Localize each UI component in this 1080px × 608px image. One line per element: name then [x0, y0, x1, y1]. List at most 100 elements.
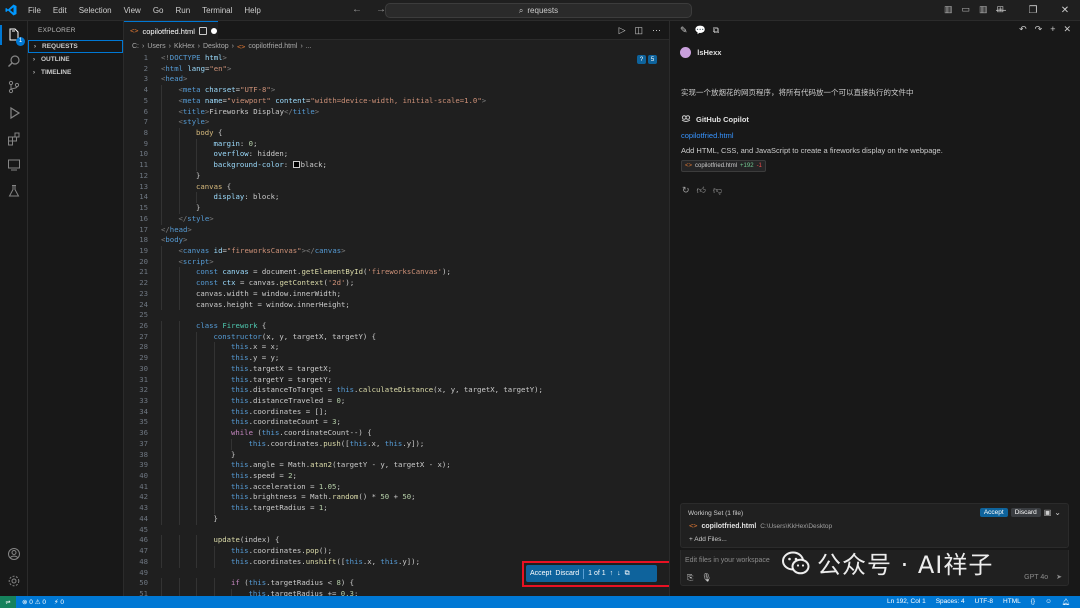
code-line[interactable]: 37 this.coordinates.push([this.x, this.y]… — [124, 438, 669, 450]
preview-icon[interactable] — [198, 27, 207, 35]
menu-help[interactable]: Help — [238, 0, 266, 21]
code-line[interactable]: 2 <html lang="en"> — [124, 64, 669, 75]
open-diff-icon[interactable]: ⧉ — [625, 570, 630, 578]
accept-all-button[interactable]: Accept — [979, 508, 1008, 517]
source-control-icon[interactable] — [4, 77, 24, 97]
arrow-down-icon[interactable]: ↓ — [617, 570, 621, 577]
breadcrumb-item[interactable]: Desktop — [203, 43, 229, 50]
code-line[interactable]: 33 this.distanceTraveled = 0; — [124, 396, 669, 407]
section-outline[interactable]: › OUTLINE — [28, 53, 123, 66]
discard-all-button[interactable]: Discard — [1010, 508, 1041, 517]
file-change-chip[interactable]: <> copilotfried.html +192 -1 — [681, 160, 766, 172]
back-arrow-icon[interactable]: ← — [352, 4, 362, 16]
accept-button[interactable]: Accept — [530, 570, 551, 577]
add-files-button[interactable]: + Add Files... — [689, 536, 727, 543]
code-line[interactable]: 15} — [124, 203, 669, 214]
toggle-panel-icon[interactable]: ▭ — [962, 4, 971, 15]
language-mode[interactable]: HTML — [1003, 598, 1021, 606]
run-icon[interactable]: ▷ — [619, 25, 626, 36]
code-line[interactable]: 18 <body> — [124, 235, 669, 246]
close-panel-icon[interactable]: ✕ — [1063, 24, 1071, 35]
split-editor-icon[interactable]: ◫ — [634, 25, 643, 36]
breadcrumb-item[interactable]: C: — [132, 43, 139, 50]
code-line[interactable]: 9 margin: 0; — [124, 138, 669, 150]
code-line[interactable]: 42 this.brightness = Math.random() * 50 +… — [124, 492, 669, 504]
code-line[interactable]: 14 display: block; — [124, 192, 669, 204]
retry-icon[interactable]: ↻ — [682, 185, 690, 196]
code-line[interactable]: 22 const ctx = canvas.getContext('2d'); — [124, 278, 669, 289]
copilot-status-icon[interactable]: ☺ — [1045, 598, 1052, 606]
model-picker[interactable]: GPT 4o — [1024, 574, 1048, 581]
code-line[interactable]: 38} — [124, 449, 669, 461]
remote-indicator-icon[interactable]: ⇌ — [0, 596, 16, 608]
new-session-icon[interactable]: + — [1050, 24, 1055, 35]
undo-icon[interactable]: ↶ — [1019, 24, 1027, 35]
menu-edit[interactable]: Edit — [47, 0, 73, 21]
working-set-file[interactable]: <> copilotfried.html C:\Users\KkHex\Desk… — [689, 522, 832, 530]
code-line[interactable]: 41 this.acceleration = 1.05; — [124, 481, 669, 493]
file-link[interactable]: copilotfried.html — [681, 131, 734, 140]
breadcrumb-item[interactable]: copilotfried.html — [248, 43, 297, 50]
cursor-position[interactable]: Ln 192, Col 1 — [887, 598, 926, 606]
extensions-icon[interactable] — [4, 129, 24, 149]
collapse-icon[interactable]: ⌄ — [1054, 508, 1061, 517]
maximize-icon[interactable]: ❐ — [1017, 0, 1049, 21]
code-line[interactable]: 40 this.speed = 2; — [124, 471, 669, 482]
code-line[interactable]: 26 class Firework { — [124, 320, 669, 332]
run-debug-icon[interactable] — [4, 103, 24, 123]
code-line[interactable]: 23 canvas.width = window.innerWidth; — [124, 288, 669, 300]
code-line[interactable]: 24 canvas.height = window.innerHeight; — [124, 299, 669, 311]
code-line[interactable]: 21 const canvas = document.getElementById… — [124, 267, 669, 279]
accounts-icon[interactable] — [4, 544, 24, 564]
attach-icon[interactable]: ⎘ — [687, 573, 693, 583]
menu-selection[interactable]: Selection — [73, 0, 118, 21]
code-line[interactable]: 17 </head> — [124, 225, 669, 236]
chat-icon[interactable]: 💬 — [695, 25, 706, 36]
menu-run[interactable]: Run — [169, 0, 196, 21]
code-line[interactable]: 44} — [124, 513, 669, 525]
code-line[interactable]: 35 this.coordinateCount = 3; — [124, 417, 669, 429]
code-line[interactable]: 46 update(index) { — [124, 535, 669, 547]
redo-icon[interactable]: ↷ — [1035, 24, 1043, 35]
code-line[interactable]: 39 this.angle = Math.atan2(targetY - y, t… — [124, 460, 669, 472]
code-line[interactable]: 29 this.y = y; — [124, 353, 669, 364]
indentation[interactable]: Spaces: 4 — [936, 598, 965, 606]
unsaved-dot-icon[interactable] — [210, 28, 217, 34]
code-line[interactable]: 36 while (this.coordinateCount--) { — [124, 428, 669, 439]
problems-indicator[interactable]: ⊗ 0 ⚠ 0 — [22, 598, 46, 606]
code-line[interactable]: 11 background-color: black; — [124, 160, 669, 171]
menu-go[interactable]: Go — [147, 0, 170, 21]
code-line[interactable]: 10 overflow: hidden; — [124, 149, 669, 161]
menu-file[interactable]: File — [22, 0, 47, 21]
encoding[interactable]: UTF-8 — [975, 598, 993, 606]
code-line[interactable]: 3 <head> — [124, 74, 669, 85]
code-line[interactable]: 32 this.distanceToTarget = this.calculate… — [124, 385, 669, 396]
code-line[interactable]: 8 body { — [124, 128, 669, 139]
menu-terminal[interactable]: Terminal — [196, 0, 238, 21]
code-line[interactable]: 47 this.coordinates.pop(); — [124, 546, 669, 557]
remote-explorer-icon[interactable] — [4, 155, 24, 175]
section-timeline[interactable]: › TIMELINE — [28, 66, 123, 79]
braces-icon[interactable]: {} — [1031, 598, 1035, 606]
code-line[interactable]: 13 canvas { — [124, 181, 669, 193]
breadcrumb-item[interactable]: Users — [147, 43, 165, 50]
command-center-search[interactable]: ⌕ requests — [385, 3, 692, 18]
breadcrumb-item[interactable]: KkHex — [174, 43, 195, 50]
code-line[interactable]: 1 <!DOCTYPE html> — [124, 53, 669, 64]
microphone-icon[interactable]: 🎙︎ — [701, 573, 711, 583]
code-line[interactable]: 16 </style> — [124, 213, 669, 225]
ports-indicator[interactable]: ⚡︎ 0 — [54, 598, 64, 606]
code-line[interactable]: 34 this.coordinates = []; — [124, 406, 669, 418]
close-icon[interactable]: ✕ — [1049, 0, 1080, 21]
copilot-edits-icon[interactable]: ⧉ — [713, 25, 719, 36]
chat-edit-icon[interactable]: ✎ — [680, 25, 688, 36]
notifications-bell-icon[interactable]: 🔔︎ — [1062, 598, 1070, 606]
settings-gear-icon[interactable] — [4, 571, 24, 591]
code-line[interactable]: 45 — [124, 525, 669, 536]
code-line[interactable]: 6 <title>Fireworks Display</title> — [124, 106, 669, 118]
code-line[interactable]: 19 <canvas id="fireworksCanvas"></canvas> — [124, 245, 669, 257]
toggle-primary-sidebar-icon[interactable]: ▥ — [944, 4, 953, 15]
send-icon[interactable]: ➤ — [1056, 573, 1062, 581]
code-line[interactable]: 27 constructor(x, y, targetX, targetY) { — [124, 331, 669, 343]
code-editor[interactable]: 1 <!DOCTYPE html> 2 <html lang="en"> 3 <head>… — [124, 53, 669, 596]
